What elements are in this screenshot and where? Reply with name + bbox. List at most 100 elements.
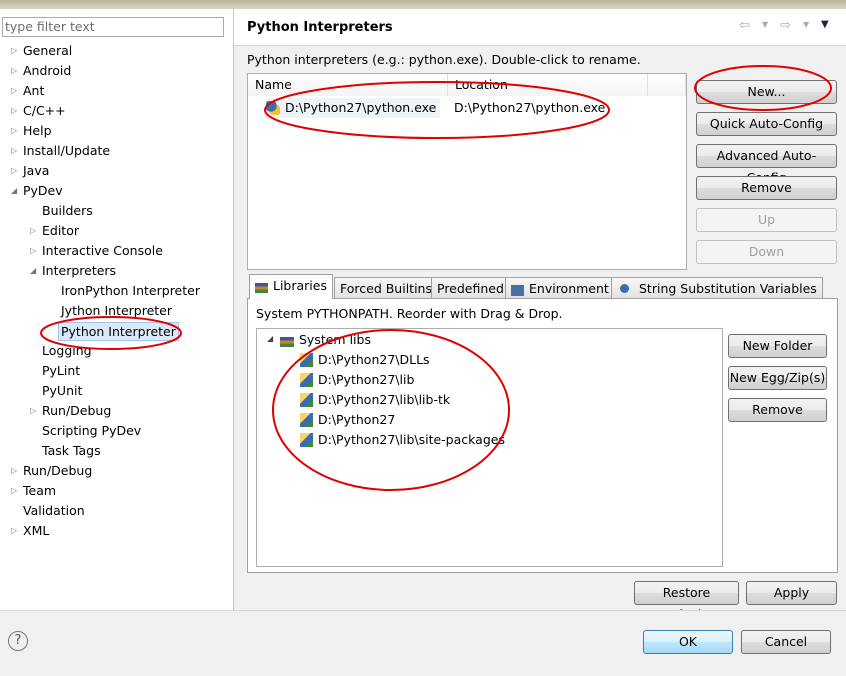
tree-item-label: Run/Debug bbox=[23, 463, 93, 478]
library-path-item[interactable]: D:\Python27\lib bbox=[300, 370, 414, 390]
collapsed-arrow-icon[interactable]: ▷ bbox=[11, 121, 21, 141]
library-path-label: D:\Python27\lib\site-packages bbox=[318, 432, 505, 447]
collapsed-arrow-icon[interactable]: ▷ bbox=[11, 61, 21, 81]
library-path-label: D:\Python27\DLLs bbox=[318, 352, 430, 367]
collapsed-arrow-icon[interactable]: ▷ bbox=[11, 521, 21, 541]
jar-folder-icon bbox=[300, 393, 313, 407]
view-menu-icon[interactable]: ▼ bbox=[821, 19, 829, 30]
collapsed-arrow-icon[interactable]: ▷ bbox=[11, 141, 21, 161]
tab-predefined[interactable]: Predefined bbox=[431, 277, 510, 298]
tab-forced-builtins[interactable]: Forced Builtins bbox=[334, 277, 438, 298]
expanded-arrow-icon[interactable]: ◢ bbox=[267, 334, 273, 343]
tree-item-label: Help bbox=[23, 123, 52, 138]
tree-item-label: Interpreters bbox=[42, 263, 117, 278]
system-libs-node[interactable]: System libs bbox=[280, 330, 371, 350]
collapsed-arrow-icon[interactable]: ▷ bbox=[30, 241, 40, 261]
interpreter-row[interactable]: D:\Python27\python.exe bbox=[266, 98, 441, 118]
jar-folder-icon bbox=[300, 373, 313, 387]
node-label: System libs bbox=[299, 332, 371, 347]
tree-item-label: Python Interpreter bbox=[58, 322, 179, 341]
expanded-arrow-icon[interactable]: ◢ bbox=[11, 181, 21, 201]
back-arrow-icon[interactable]: ⇦ bbox=[739, 18, 750, 33]
quick-auto-config-button[interactable]: Quick Auto-Config bbox=[696, 112, 837, 136]
collapsed-arrow-icon[interactable]: ▷ bbox=[11, 481, 21, 501]
remove-interpreter-button[interactable]: Remove bbox=[696, 176, 837, 200]
tree-item-label: Logging bbox=[42, 343, 92, 358]
library-path-item[interactable]: D:\Python27\lib\site-packages bbox=[300, 430, 505, 450]
collapsed-arrow-icon[interactable]: ▷ bbox=[11, 161, 21, 181]
help-icon[interactable]: ? bbox=[8, 631, 28, 651]
window-title-bar bbox=[0, 0, 846, 9]
advanced-auto-config-button[interactable]: Advanced Auto-Config bbox=[696, 144, 837, 185]
collapsed-arrow-icon[interactable]: ▷ bbox=[11, 41, 21, 61]
library-path-label: D:\Python27 bbox=[318, 412, 396, 427]
tab-libraries[interactable]: Libraries bbox=[249, 274, 333, 299]
tree-item-label: General bbox=[23, 43, 73, 58]
tree-item-label: PyLint bbox=[42, 363, 81, 378]
expanded-arrow-icon[interactable]: ◢ bbox=[30, 261, 40, 281]
tree-item-label: Builders bbox=[42, 203, 93, 218]
tree-item-label: Validation bbox=[23, 503, 85, 518]
tab-label: String Substitution Variables bbox=[639, 281, 817, 296]
interpreters-description: Python interpreters (e.g.: python.exe). … bbox=[247, 52, 641, 67]
library-path-item[interactable]: D:\Python27 bbox=[300, 410, 395, 430]
library-path-item[interactable]: D:\Python27\DLLs bbox=[300, 350, 430, 370]
cancel-button[interactable]: Cancel bbox=[741, 630, 831, 654]
interpreter-location: D:\Python27\python.exe bbox=[454, 100, 606, 115]
jar-folder-icon bbox=[300, 353, 313, 367]
forward-arrow-icon[interactable]: ⇨ bbox=[780, 18, 791, 33]
libraries-description: System PYTHONPATH. Reorder with Drag & D… bbox=[256, 306, 563, 321]
tree-item-label: Ant bbox=[23, 83, 45, 98]
library-path-item[interactable]: D:\Python27\lib\lib-tk bbox=[300, 390, 450, 410]
jar-folder-icon bbox=[300, 433, 313, 447]
tree-item-label: Task Tags bbox=[42, 443, 101, 458]
tree-item-label: PyUnit bbox=[42, 383, 83, 398]
variable-icon bbox=[620, 284, 629, 293]
library-path-label: D:\Python27\lib\lib-tk bbox=[318, 392, 451, 407]
filter-input[interactable]: type filter text bbox=[2, 17, 224, 37]
tree-item-label: Java bbox=[23, 163, 50, 178]
new-folder-button[interactable]: New Folder bbox=[728, 334, 827, 358]
up-button[interactable]: Up bbox=[696, 208, 837, 232]
interpreters-table: Name Location D:\Python27\python.exe D:\… bbox=[247, 73, 687, 270]
tree-item-label: Interactive Console bbox=[42, 243, 163, 258]
remove-library-button[interactable]: Remove bbox=[728, 398, 827, 422]
tree-item-label: C/C++ bbox=[23, 103, 66, 118]
tree-item-label: Team bbox=[23, 483, 57, 498]
tree-item-label: Jython Interpreter bbox=[61, 303, 173, 318]
tab-environment[interactable]: Environment bbox=[505, 277, 615, 298]
restore-defaults-button[interactable]: Restore Defaults bbox=[634, 581, 739, 622]
tab-label: Libraries bbox=[273, 278, 327, 293]
collapsed-arrow-icon[interactable]: ▷ bbox=[11, 461, 21, 481]
column-header-location[interactable]: Location bbox=[448, 74, 648, 96]
libraries-icon bbox=[255, 283, 268, 293]
tree-item-label: Run/Debug bbox=[42, 403, 112, 418]
page-title: Python Interpreters bbox=[247, 20, 393, 35]
tree-item-label: Scripting PyDev bbox=[42, 423, 142, 438]
libraries-icon bbox=[280, 337, 294, 347]
down-button[interactable]: Down bbox=[696, 240, 837, 264]
tree-item-label: Android bbox=[23, 63, 72, 78]
collapsed-arrow-icon[interactable]: ▷ bbox=[11, 81, 21, 101]
forward-dropdown-icon[interactable]: ▼ bbox=[803, 20, 809, 29]
collapsed-arrow-icon[interactable]: ▷ bbox=[11, 101, 21, 121]
environment-icon bbox=[511, 285, 524, 296]
tree-item-label: XML bbox=[23, 523, 50, 538]
new-interpreter-button[interactable]: New... bbox=[696, 80, 837, 104]
column-header-name[interactable]: Name bbox=[248, 74, 448, 96]
python-icon bbox=[266, 101, 280, 115]
tree-item-label: PyDev bbox=[23, 183, 63, 198]
tree-item-label: Editor bbox=[42, 223, 79, 238]
back-dropdown-icon[interactable]: ▼ bbox=[762, 20, 768, 29]
tab-label: Environment bbox=[529, 281, 609, 296]
column-header-filler bbox=[648, 74, 686, 96]
interpreter-name: D:\Python27\python.exe bbox=[285, 100, 437, 115]
ok-button[interactable]: OK bbox=[643, 630, 733, 654]
tab-string-substitution-variables[interactable]: String Substitution Variables bbox=[611, 277, 823, 298]
collapsed-arrow-icon[interactable]: ▷ bbox=[30, 401, 40, 421]
new-egg-zip-button[interactable]: New Egg/Zip(s) bbox=[728, 366, 827, 390]
collapsed-arrow-icon[interactable]: ▷ bbox=[30, 221, 40, 241]
tree-item-label: IronPython Interpreter bbox=[61, 283, 200, 298]
apply-button[interactable]: Apply bbox=[746, 581, 837, 605]
library-path-label: D:\Python27\lib bbox=[318, 372, 415, 387]
